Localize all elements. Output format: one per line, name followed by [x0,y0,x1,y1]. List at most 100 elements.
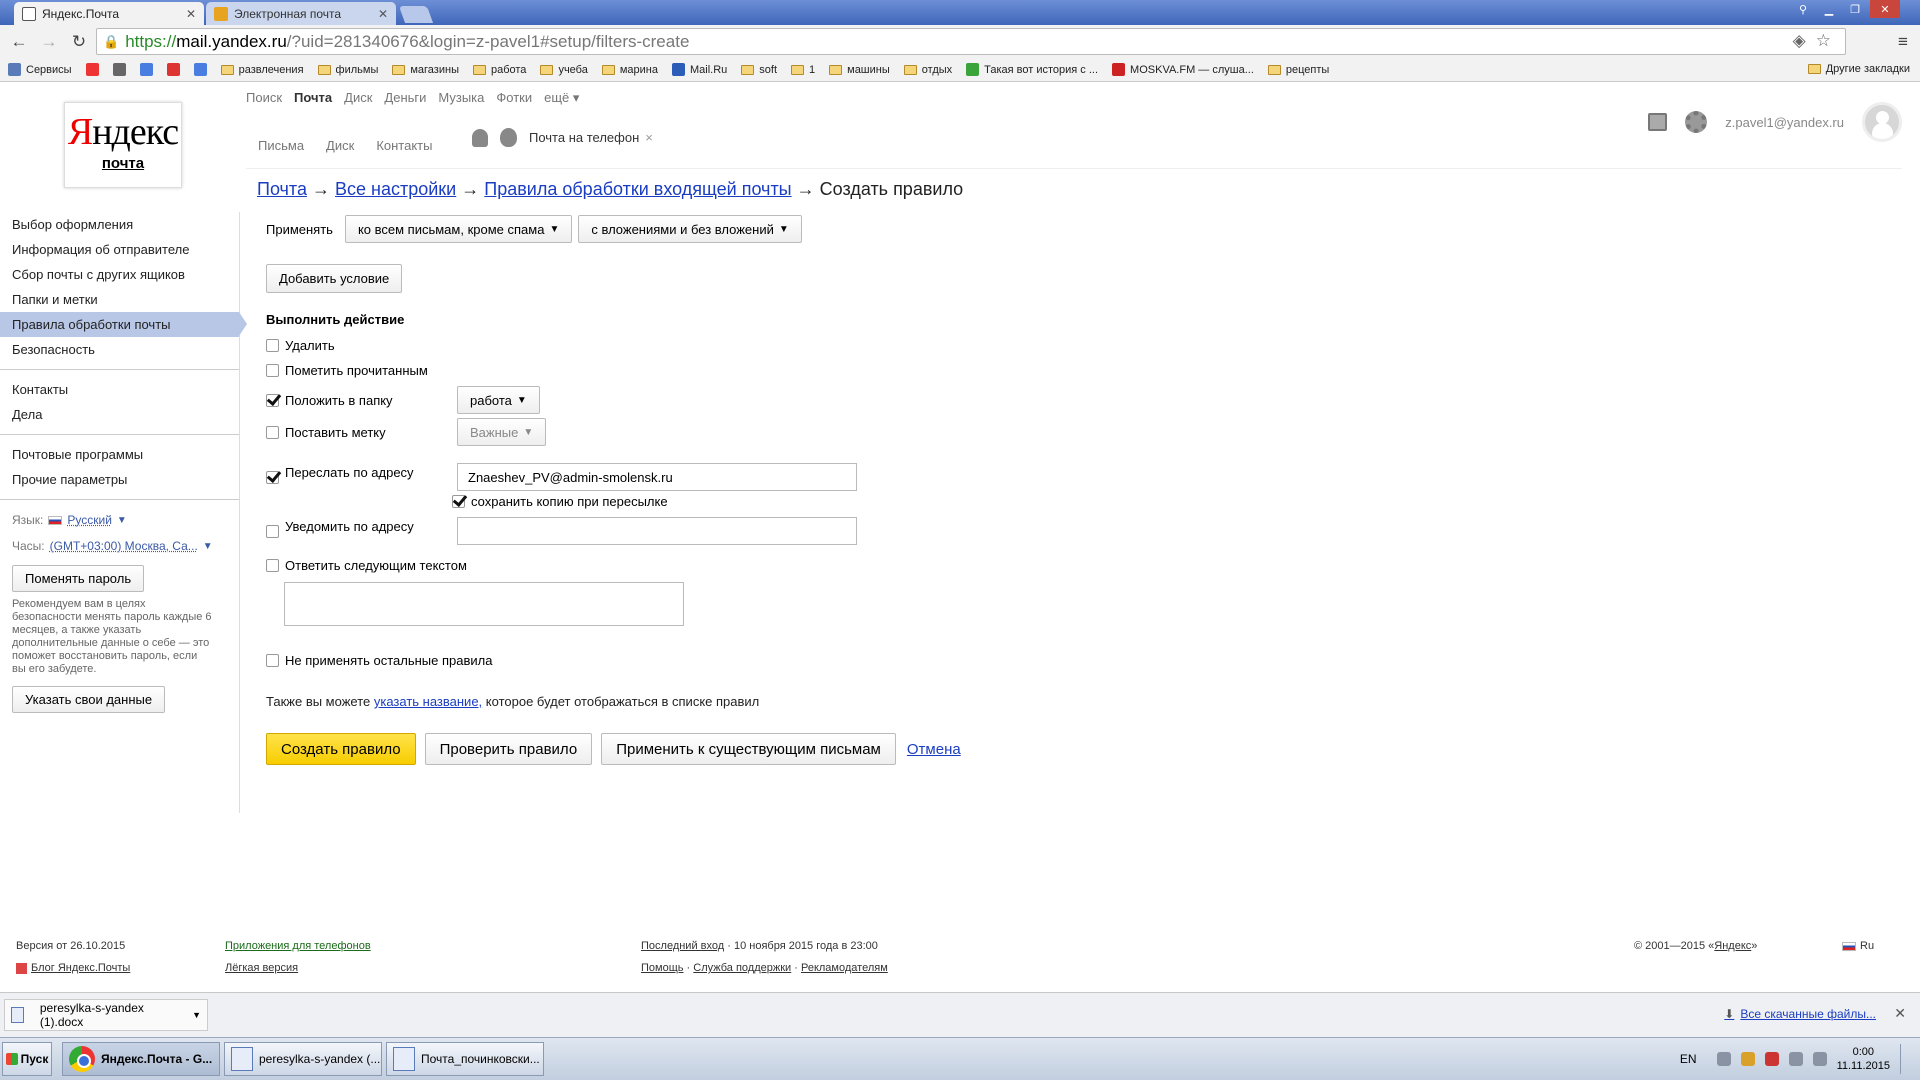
your-data-button[interactable]: Указать свои данные [12,686,166,713]
check-rule-button[interactable]: Проверить правило [424,733,593,765]
yandex-mail-logo[interactable]: Яндекс почта [64,102,182,188]
bookmark-item[interactable]: учеба [540,64,588,76]
address-bar[interactable]: 🔒 https:// mail.yandex.ru /?uid=28134067… [96,28,1846,55]
bookmark-item[interactable]: Сервисы [8,63,72,76]
user-email[interactable]: z.pavel1@yandex.ru [1725,115,1844,130]
start-button[interactable]: Пуск [2,1042,52,1076]
close-window-icon[interactable]: ✕ [1870,0,1900,18]
forward-arrow-icon[interactable]: → [38,31,60,53]
service-link[interactable]: ещё ▾ [544,90,579,106]
breadcrumb-rules[interactable]: Правила обработки входящей почты [484,179,791,199]
taskbar-item-chrome[interactable]: Яндекс.Почта - G... [62,1042,220,1076]
footer-language[interactable]: Ru [1842,940,1874,952]
android-icon[interactable] [472,128,488,147]
bookmark-item[interactable]: рецепты [1267,64,1329,76]
sidebar-item[interactable]: Правила обработки почты [0,312,247,337]
chevron-down-icon[interactable]: ▼ [203,541,213,552]
subnav-link[interactable]: Контакты [376,138,432,153]
service-link[interactable]: Почта [294,90,332,106]
notify-checkbox[interactable] [266,524,279,538]
browser-tab-yandex-mail[interactable]: Яндекс.Почта ✕ [14,2,204,25]
avatar[interactable] [1862,102,1902,142]
support-link[interactable]: Служба поддержки [693,962,791,974]
input-language[interactable]: EN [1680,1052,1697,1066]
move-to-folder-checkbox[interactable] [266,393,279,407]
close-promo-icon[interactable]: × [645,130,653,145]
add-condition-button[interactable]: Добавить условие [266,264,403,293]
bookmark-item[interactable]: Такая вот история с ... [966,63,1098,76]
back-arrow-icon[interactable]: ← [8,31,30,53]
show-desktop-button[interactable] [1900,1044,1912,1074]
bookmark-item[interactable]: марина [601,64,658,76]
forward-address-input[interactable]: Znaeshev_PV@admin-smolensk.ru [457,463,857,491]
set-label-checkbox[interactable] [266,425,279,439]
bookmark-item[interactable]: машины [829,64,890,76]
last-login-link[interactable]: Последний вход [641,940,724,952]
update-tray-icon[interactable] [1740,1052,1755,1066]
service-link[interactable]: Диск [344,90,372,106]
set-name-link[interactable]: указать название, [374,694,482,709]
bookmark-item[interactable]: работа [472,64,526,76]
clock[interactable]: 0:00 11.11.2015 [1837,1045,1890,1073]
notify-address-input[interactable] [457,517,857,545]
menu-icon[interactable]: ≡ [1892,31,1914,53]
gear-icon[interactable] [1685,111,1708,133]
forward-checkbox[interactable] [266,470,279,484]
breadcrumb-all-settings[interactable]: Все настройки [335,179,456,199]
breadcrumb-mail[interactable]: Почта [257,179,307,199]
flag-tray-icon[interactable] [1764,1052,1779,1066]
ads-link[interactable]: Рекламодателям [801,962,888,974]
lite-version-link[interactable]: Лёгкая версия [225,962,298,974]
language-select[interactable]: Русский [67,513,112,527]
apple-icon[interactable] [500,128,517,147]
autoreply-checkbox[interactable] [266,559,279,572]
bookmark-item[interactable] [139,63,153,76]
close-downloads-icon[interactable]: ✕ [1894,1005,1906,1022]
delete-checkbox[interactable] [266,339,279,352]
bookmark-star-icon[interactable]: ☆ [1816,31,1831,51]
volume-tray-icon[interactable] [1812,1052,1827,1066]
bookmark-item[interactable] [193,63,207,76]
restore-icon[interactable]: ❐ [1842,0,1868,18]
bookmark-item[interactable] [166,63,180,76]
minimize-icon[interactable]: ▁ [1816,0,1842,18]
reload-icon[interactable]: ↻ [68,31,90,53]
sidebar-item[interactable]: Сбор почты с других ящиков [0,262,239,287]
extension-icon[interactable]: ◈ [1793,31,1806,51]
notes-icon[interactable] [1648,113,1668,131]
label-select[interactable]: Важные ▼ [457,418,547,446]
chevron-down-icon[interactable]: ▼ [192,1010,201,1020]
phone-promo[interactable]: Почта на телефон × [472,128,653,147]
service-link[interactable]: Фотки [496,90,532,106]
bookmark-item[interactable]: soft [741,64,777,76]
taskbar-item-word[interactable]: peresylka-s-yandex (... [224,1042,382,1076]
all-downloads[interactable]: ⬇ Все скачанные файлы... [1724,1007,1876,1021]
close-tab-icon[interactable]: ✕ [378,7,388,21]
keep-copy-checkbox[interactable] [452,495,465,508]
service-link[interactable]: Деньги [384,90,426,106]
settings-tray-icon[interactable] [1716,1052,1731,1066]
help-link[interactable]: Помощь [641,962,684,974]
sidebar-item[interactable]: Выбор оформления [0,212,239,237]
change-password-button[interactable]: Поменять пароль [12,565,145,592]
dont-apply-others-checkbox[interactable] [266,654,279,667]
yandex-link[interactable]: Яндекс [1714,940,1751,952]
sidebar-item[interactable]: Безопасность [0,337,239,362]
apply-existing-button[interactable]: Применить к существующим письмам [601,733,896,765]
sidebar-item[interactable]: Контакты [0,377,239,402]
mobile-apps-link[interactable]: Приложения для телефонов [225,940,371,952]
cancel-link[interactable]: Отмена [907,741,961,758]
bookmark-item[interactable]: фильмы [317,64,378,76]
bookmark-item[interactable]: MOSKVA.FM — слуша... [1112,63,1254,76]
sidebar-item[interactable]: Прочие параметры [0,467,239,492]
subnav-link[interactable]: Письма [258,138,304,153]
bookmark-item[interactable] [85,63,99,76]
network-tray-icon[interactable] [1788,1052,1803,1066]
phone-promo-label[interactable]: Почта на телефон [529,130,639,145]
attachments-select[interactable]: с вложениями и без вложений ▼ [578,215,802,243]
sidebar-item[interactable]: Папки и метки [0,287,239,312]
service-link[interactable]: Музыка [438,90,484,106]
new-tab-button[interactable] [398,6,434,23]
blog-link[interactable]: Блог Яндекс.Почты [31,962,130,974]
taskbar-item-word-2[interactable]: Почта_починковски... [386,1042,544,1076]
